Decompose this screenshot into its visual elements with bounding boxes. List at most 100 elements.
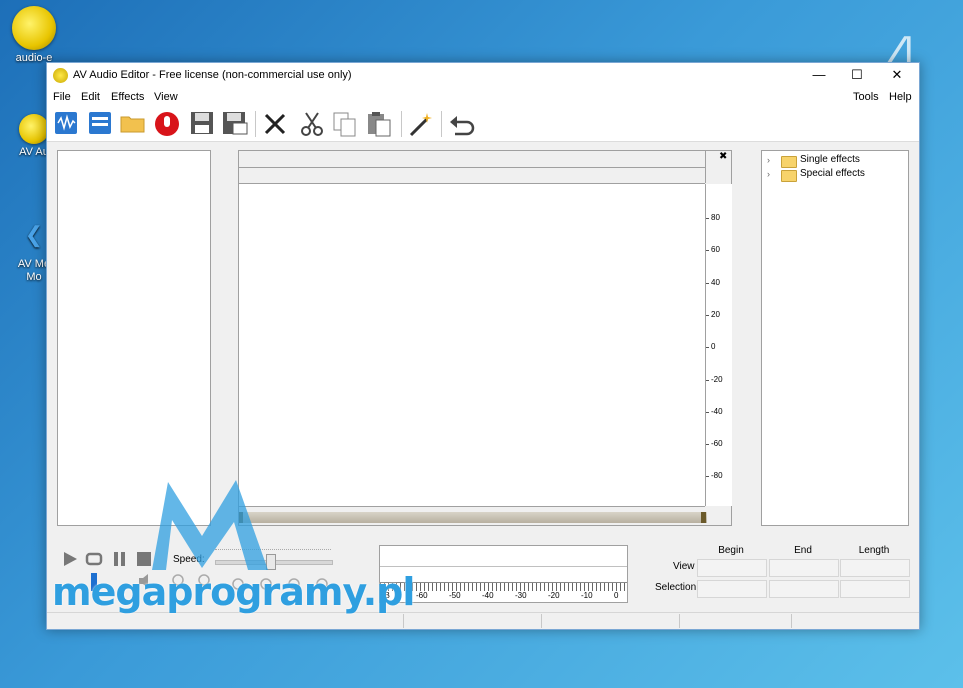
amplitude-tick-label: -60 xyxy=(711,439,723,448)
delete-icon[interactable] xyxy=(261,110,289,138)
meter-label: -20 xyxy=(548,591,560,600)
status-separator xyxy=(791,614,792,628)
cut-icon[interactable] xyxy=(299,110,327,138)
waveform-panel: ✖ xyxy=(238,150,732,526)
menu-effects[interactable]: Effects xyxy=(111,91,144,103)
new-document-icon[interactable] xyxy=(87,110,115,138)
tree-expand-icon[interactable]: › xyxy=(767,155,770,165)
watermark-logo xyxy=(152,480,268,570)
selection-row-label: View xyxy=(673,561,695,572)
amplitude-tick-mark xyxy=(706,283,709,284)
amplitude-tick-label: 60 xyxy=(711,245,720,254)
record-icon[interactable] xyxy=(153,110,181,138)
amplitude-tick-mark xyxy=(706,315,709,316)
paste-icon[interactable] xyxy=(365,110,393,138)
pause-icon[interactable] xyxy=(111,550,129,571)
amplitude-tick-mark xyxy=(706,412,709,413)
waveform-canvas[interactable] xyxy=(239,184,705,507)
selection-column-header: Begin xyxy=(718,545,744,556)
status-separator xyxy=(403,614,404,628)
amplitude-tick-label: -40 xyxy=(711,407,723,416)
selection-column-header: Length xyxy=(858,545,890,556)
app-icon xyxy=(53,68,68,83)
status-separator xyxy=(541,614,542,628)
menu-file[interactable]: File xyxy=(53,91,71,103)
amplitude-tick-label: 40 xyxy=(711,278,720,287)
av-audio-shortcut-icon xyxy=(19,114,49,144)
open-folder-icon[interactable] xyxy=(119,110,147,138)
menu-help[interactable]: Help xyxy=(889,91,912,103)
amplitude-tick-label: 20 xyxy=(711,310,720,319)
level-meter: dB -60 -50 -40 -30 -20 -10 0 xyxy=(379,545,628,603)
effects-tree-panel: › Single effects › Special effects xyxy=(761,150,909,526)
menu-bar: File Edit Effects View Tools Help xyxy=(47,89,919,107)
meter-label: 0 xyxy=(614,591,619,600)
meter-label: -10 xyxy=(581,591,593,600)
waveform-timeline-bar xyxy=(239,151,705,168)
watermark-text: megaprogramy.pl xyxy=(52,570,415,614)
amplitude-tick-label: 80 xyxy=(711,213,720,222)
selection-value-cell[interactable] xyxy=(769,580,839,598)
horizontal-scrollbar[interactable] xyxy=(239,512,707,523)
amplitude-tick-mark xyxy=(706,476,709,477)
menu-edit[interactable]: Edit xyxy=(81,91,100,103)
scroll-handle-right[interactable] xyxy=(701,512,706,523)
folder-icon xyxy=(781,170,797,182)
tree-item-special-effects[interactable]: Special effects xyxy=(800,168,865,179)
toolbar-separator xyxy=(401,111,402,137)
selection-column-header: End xyxy=(794,545,812,556)
audio-editor-shortcut-icon xyxy=(12,6,56,50)
meter-label: -50 xyxy=(449,591,461,600)
desktop-icon-audio-editor[interactable]: audio-e xyxy=(0,6,70,65)
meter-divider xyxy=(380,566,627,567)
amplitude-tick-mark xyxy=(706,347,709,348)
effects-wand-icon[interactable] xyxy=(407,110,435,138)
amplitude-scale xyxy=(705,184,732,506)
av-media-shortcut-icon: ❮ xyxy=(24,222,44,247)
play-icon[interactable] xyxy=(61,550,79,571)
maximize-button[interactable]: ☐ xyxy=(837,63,877,89)
loop-icon[interactable] xyxy=(85,550,103,571)
waveform-corner: ✖ xyxy=(705,151,732,183)
amplitude-tick-mark xyxy=(706,380,709,381)
tree-item-single-effects[interactable]: Single effects xyxy=(800,154,860,165)
new-wave-icon[interactable] xyxy=(53,110,81,138)
amplitude-tick-label: -20 xyxy=(711,375,723,384)
folder-icon xyxy=(781,156,797,168)
meter-label: -60 xyxy=(416,591,428,600)
amplitude-tick-mark xyxy=(706,444,709,445)
meter-label: -40 xyxy=(482,591,494,600)
amplitude-tick-label: 0 xyxy=(711,342,716,351)
selection-value-cell[interactable] xyxy=(840,559,910,577)
status-separator xyxy=(679,614,680,628)
minimize-button[interactable]: — xyxy=(799,63,839,89)
save-as-icon[interactable] xyxy=(221,110,249,138)
tree-expand-icon[interactable]: › xyxy=(767,169,770,179)
toolbar-separator xyxy=(441,111,442,137)
window-title: AV Audio Editor - Free license (non-comm… xyxy=(73,69,352,81)
toolbar-separator xyxy=(255,111,256,137)
selection-value-cell[interactable] xyxy=(769,559,839,577)
amplitude-tick-label: -80 xyxy=(711,471,723,480)
selection-value-cell[interactable] xyxy=(697,559,767,577)
menu-view[interactable]: View xyxy=(154,91,178,103)
meter-label: -30 xyxy=(515,591,527,600)
selection-value-cell[interactable] xyxy=(697,580,767,598)
status-bar xyxy=(47,612,919,629)
waveform-close-icon[interactable]: ✖ xyxy=(719,151,727,162)
selection-row-label: Selection xyxy=(655,582,697,593)
close-button[interactable]: ✕ xyxy=(877,63,917,89)
meter-scale xyxy=(380,582,627,591)
amplitude-tick-mark xyxy=(706,218,709,219)
amplitude-tick-mark xyxy=(706,250,709,251)
selection-value-cell[interactable] xyxy=(840,580,910,598)
copy-icon[interactable] xyxy=(331,110,359,138)
waveform-ruler xyxy=(239,168,705,184)
title-bar[interactable]: AV Audio Editor - Free license (non-comm… xyxy=(47,63,919,89)
menu-tools[interactable]: Tools xyxy=(853,91,879,103)
save-icon[interactable] xyxy=(189,110,217,138)
undo-icon[interactable] xyxy=(447,110,475,138)
toolbar xyxy=(47,107,919,142)
desktop-icon-label: AV Au xyxy=(19,146,49,158)
file-list-panel[interactable] xyxy=(57,150,211,526)
